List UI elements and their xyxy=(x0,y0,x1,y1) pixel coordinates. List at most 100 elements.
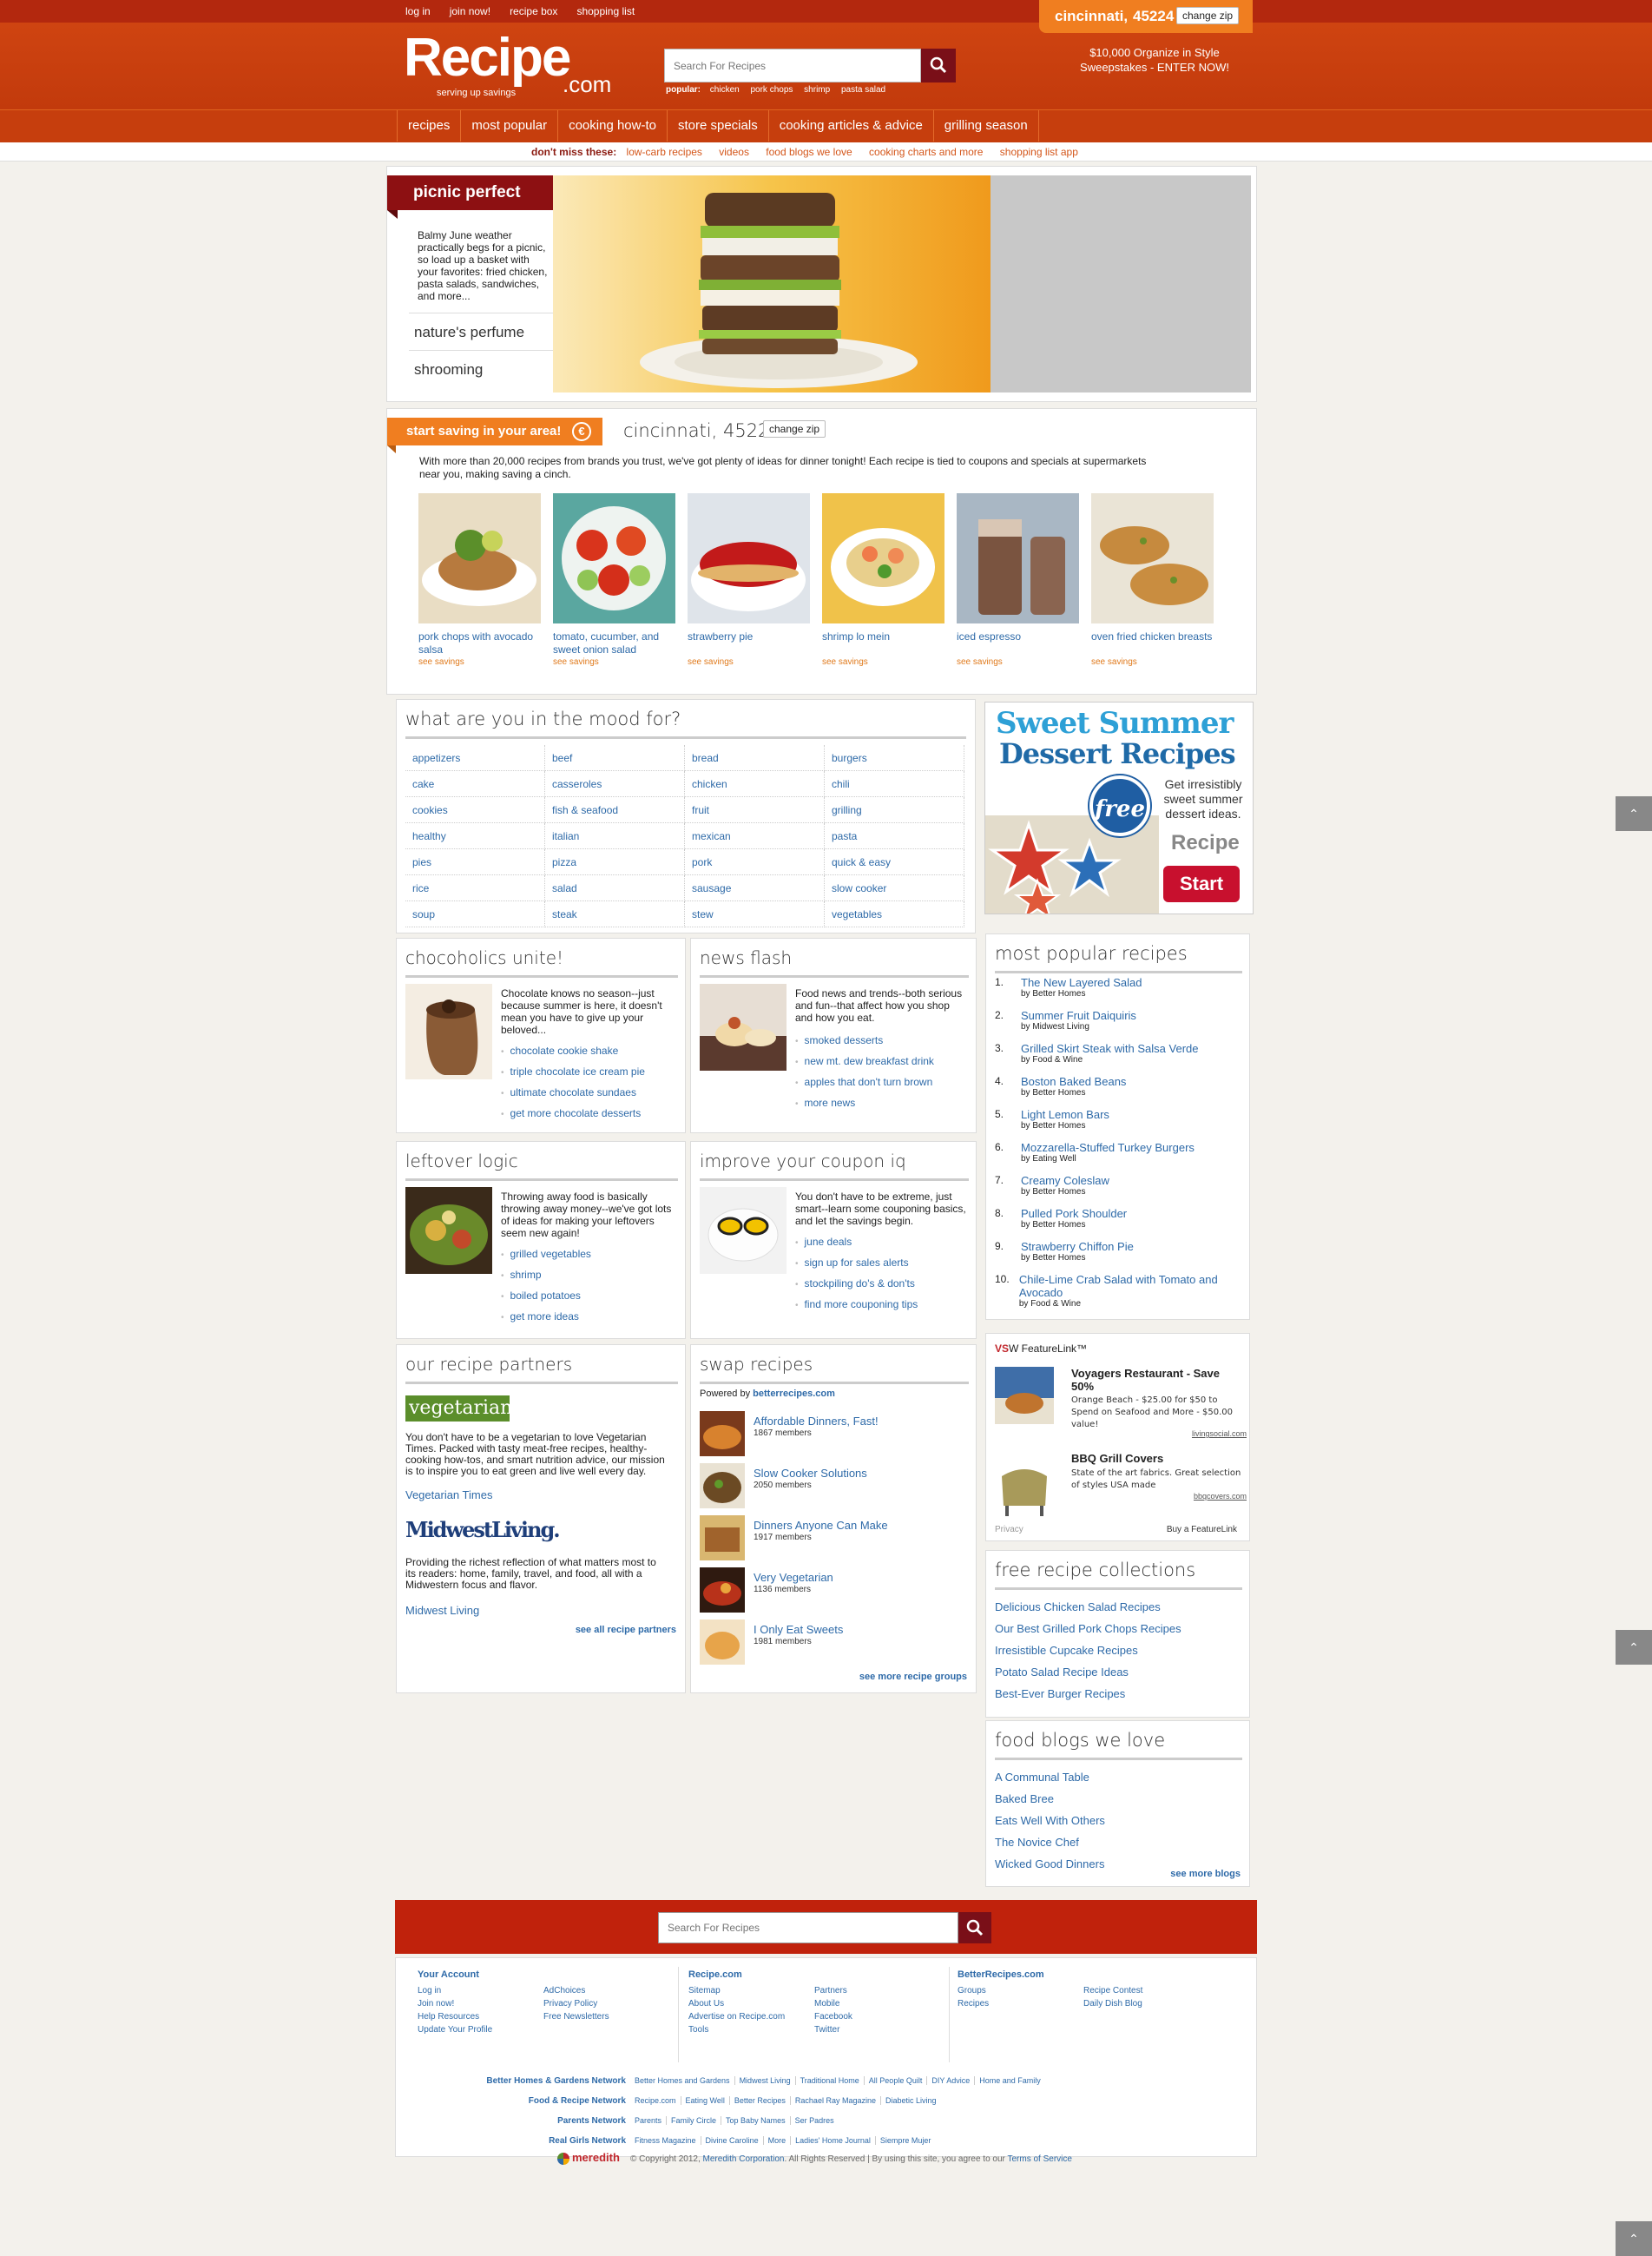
mood-link[interactable]: fruit xyxy=(685,797,825,823)
network-link[interactable]: Recipe.com xyxy=(630,2096,681,2105)
nav-cooking-how-to[interactable]: cooking how-to xyxy=(557,110,667,142)
group-name[interactable]: Very Vegetarian xyxy=(754,1571,833,1584)
sandwich-photo[interactable] xyxy=(553,175,991,392)
network-link[interactable]: Diabetic Living xyxy=(881,2096,941,2105)
nav-grilling-season[interactable]: grilling season xyxy=(932,110,1039,142)
mood-link[interactable]: casseroles xyxy=(545,771,685,797)
mood-link[interactable]: chicken xyxy=(685,771,825,797)
swap-group[interactable]: Affordable Dinners, Fast! 1867 members xyxy=(700,1411,969,1460)
recipe-card[interactable]: tomato, cucumber, and sweet onion salad … xyxy=(553,493,675,667)
group-name[interactable]: Affordable Dinners, Fast! xyxy=(754,1415,879,1428)
mood-link[interactable]: steak xyxy=(545,901,685,927)
footer-link[interactable]: Join now! xyxy=(418,1997,492,2010)
change-zip-button[interactable]: change zip xyxy=(1176,7,1240,24)
mood-link[interactable]: bread xyxy=(685,745,825,771)
group-name[interactable]: Slow Cooker Solutions xyxy=(754,1467,867,1480)
network-link[interactable]: Divine Caroline xyxy=(701,2136,764,2145)
dessert-photo[interactable] xyxy=(700,984,787,1071)
footer-search-button[interactable] xyxy=(958,1912,991,1943)
mood-link[interactable]: pizza xyxy=(545,849,685,875)
recipe-card[interactable]: iced espresso see savings xyxy=(957,493,1079,667)
blog-link[interactable]: The Novice Chef xyxy=(995,1831,1105,1853)
see-savings-link[interactable]: see savings xyxy=(957,657,1079,667)
mood-link[interactable]: pies xyxy=(405,849,545,875)
mood-link[interactable]: grilling xyxy=(825,797,964,823)
footer-link[interactable]: Advertise on Recipe.com xyxy=(688,2010,785,2023)
mood-link[interactable]: stew xyxy=(685,901,825,927)
recipe-box-link[interactable]: recipe box xyxy=(510,0,567,23)
mood-link[interactable]: pasta xyxy=(825,823,964,849)
collection-link[interactable]: Potato Salad Recipe Ideas xyxy=(995,1661,1181,1683)
mood-link[interactable]: chili xyxy=(825,771,964,797)
footer-link[interactable]: Partners xyxy=(814,1984,852,1997)
group-name[interactable]: Dinners Anyone Can Make xyxy=(754,1519,888,1532)
box-link[interactable]: smoked desserts xyxy=(795,1031,934,1052)
network-label[interactable]: Parents Network xyxy=(396,2116,626,2126)
see-all-partners-link[interactable]: see all recipe partners xyxy=(576,1625,676,1635)
tomato-salad-photo[interactable] xyxy=(553,493,675,623)
network-link[interactable]: Home and Family xyxy=(975,2076,1045,2085)
box-link[interactable]: ultimate chocolate sundaes xyxy=(501,1083,645,1104)
popular-recipe-item[interactable]: 5. Light Lemon Bars by Better Homes xyxy=(995,1108,1247,1141)
footer-link[interactable]: Update Your Profile xyxy=(418,2023,492,2036)
popular-recipe-item[interactable]: 8. Pulled Pork Shoulder by Better Homes xyxy=(995,1207,1247,1240)
popular-recipe-link[interactable]: Mozzarella-Stuffed Turkey Burgers xyxy=(1021,1141,1195,1154)
blog-link[interactable]: Eats Well With Others xyxy=(995,1810,1105,1831)
terms-link[interactable]: Terms of Service xyxy=(1007,2154,1071,2164)
mood-link[interactable]: slow cooker xyxy=(825,875,964,901)
recipe-card[interactable]: shrimp lo mein see savings xyxy=(822,493,944,667)
collection-link[interactable]: Delicious Chicken Salad Recipes xyxy=(995,1596,1181,1618)
recipe-name[interactable]: iced espresso xyxy=(957,630,1079,657)
mood-link[interactable]: cake xyxy=(405,771,545,797)
see-savings-link[interactable]: see savings xyxy=(418,657,541,667)
recipe-card[interactable]: strawberry pie see savings xyxy=(688,493,810,667)
shrimp-lo-mein-photo[interactable] xyxy=(822,493,944,623)
swap-group[interactable]: I Only Eat Sweets 1981 members xyxy=(700,1619,969,1668)
piggy-bank-photo[interactable] xyxy=(700,1187,787,1274)
mood-link[interactable]: rice xyxy=(405,875,545,901)
fried-chicken-photo[interactable] xyxy=(1091,493,1214,623)
nav-most-popular[interactable]: most popular xyxy=(460,110,557,142)
see-more-groups-link[interactable]: see more recipe groups xyxy=(859,1672,967,1682)
network-link[interactable]: Top Baby Names xyxy=(721,2116,791,2125)
box-link[interactable]: sign up for sales alerts xyxy=(795,1253,918,1274)
dont-miss-link[interactable]: videos xyxy=(719,146,749,158)
featurelink-item[interactable]: BBQ Grill Covers State of the art fabric… xyxy=(995,1452,1247,1521)
dont-miss-link[interactable]: cooking charts and more xyxy=(869,146,983,158)
popular-link[interactable]: chicken xyxy=(710,85,740,95)
change-zip-button[interactable]: change zip xyxy=(763,420,826,438)
betterrecipes-link[interactable]: betterrecipes.com xyxy=(753,1389,835,1399)
box-link[interactable]: apples that don't turn brown xyxy=(795,1072,934,1093)
see-savings-link[interactable]: see savings xyxy=(1091,657,1214,667)
popular-recipe-item[interactable]: 3. Grilled Skirt Steak with Salsa Verde by… xyxy=(995,1042,1247,1075)
join-link[interactable]: join now! xyxy=(450,0,500,23)
popular-recipe-item[interactable]: 4. Boston Baked Beans by Better Homes xyxy=(995,1075,1247,1108)
group-photo[interactable] xyxy=(700,1411,745,1456)
popular-recipe-link[interactable]: Light Lemon Bars xyxy=(1021,1108,1109,1121)
mood-link[interactable]: vegetables xyxy=(825,901,964,927)
swap-group[interactable]: Dinners Anyone Can Make 1917 members xyxy=(700,1515,969,1564)
dont-miss-link[interactable]: shopping list app xyxy=(1000,146,1078,158)
featurelink-item-title[interactable]: Voyagers Restaurant - Save 50% xyxy=(1071,1367,1245,1393)
mood-link[interactable]: pork xyxy=(685,849,825,875)
iced-espresso-photo[interactable] xyxy=(957,493,1079,623)
meredith-logo[interactable]: meredith xyxy=(572,2151,620,2164)
group-photo[interactable] xyxy=(700,1619,745,1665)
mood-link[interactable]: italian xyxy=(545,823,685,849)
restaurant-photo[interactable] xyxy=(995,1367,1054,1424)
popular-recipe-item[interactable]: 7. Creamy Coleslaw by Better Homes xyxy=(995,1174,1247,1207)
popular-recipe-link[interactable]: Grilled Skirt Steak with Salsa Verde xyxy=(1021,1042,1198,1055)
popular-recipe-item[interactable]: 2. Summer Fruit Daiquiris by Midwest Livin… xyxy=(995,1009,1247,1042)
sweepstakes-promo[interactable]: $10,000 Organize in Style Sweepstakes - … xyxy=(1068,45,1241,75)
vegetarian-times-link[interactable]: Vegetarian Times xyxy=(405,1488,492,1501)
see-savings-link[interactable]: see savings xyxy=(553,657,675,667)
recipe-name[interactable]: tomato, cucumber, and sweet onion salad xyxy=(553,630,675,657)
recipe-name[interactable]: oven fried chicken breasts xyxy=(1091,630,1214,657)
popular-recipe-item[interactable]: 9. Strawberry Chiffon Pie by Better Homes xyxy=(995,1240,1247,1273)
mood-link[interactable]: salad xyxy=(545,875,685,901)
popular-recipe-link[interactable]: Strawberry Chiffon Pie xyxy=(1021,1240,1134,1253)
swap-group[interactable]: Slow Cooker Solutions 2050 members xyxy=(700,1463,969,1512)
mood-link[interactable]: quick & easy xyxy=(825,849,964,875)
footer-link[interactable]: Groups xyxy=(958,1984,1044,1997)
network-link[interactable]: Better Recipes xyxy=(729,2096,791,2105)
